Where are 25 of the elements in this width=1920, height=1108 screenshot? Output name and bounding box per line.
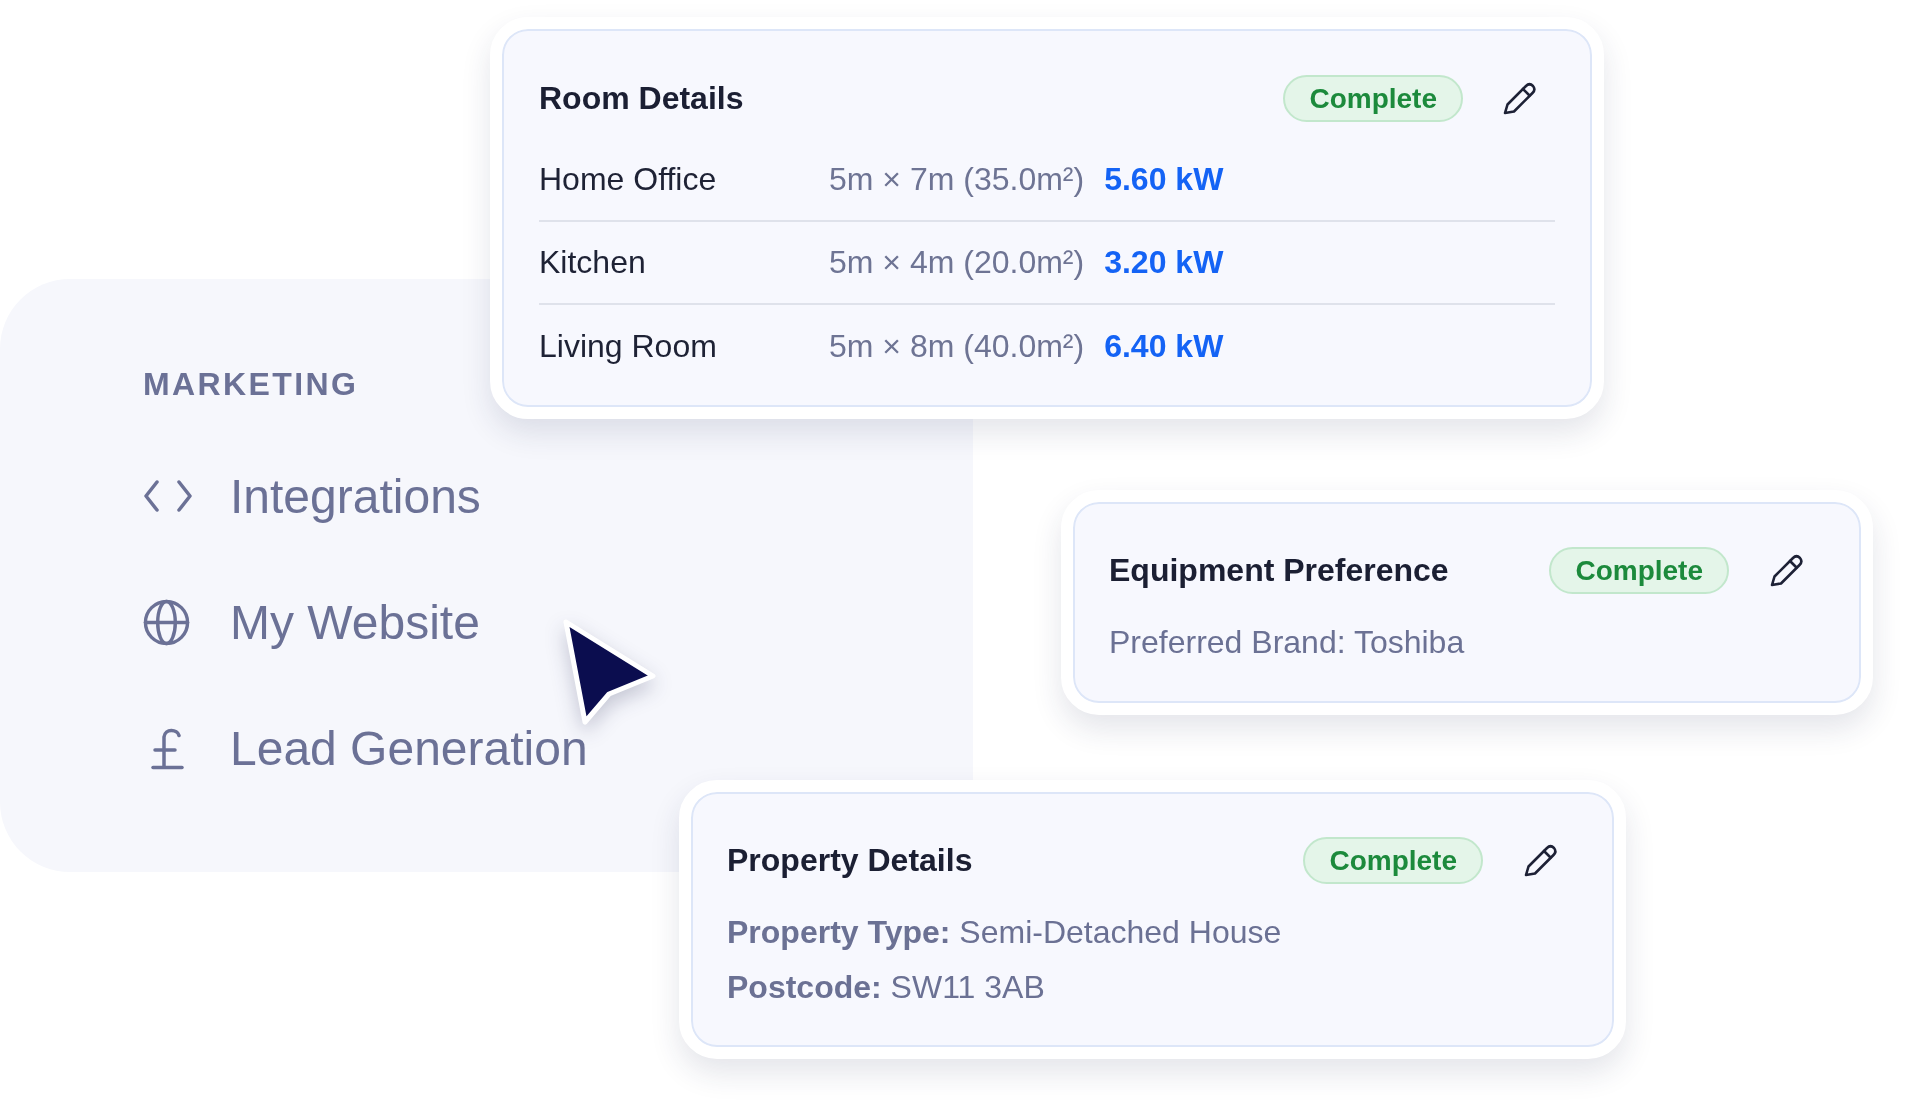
status-badge: Complete bbox=[1303, 837, 1483, 884]
detail-text: Preferred Brand: Toshiba bbox=[1109, 623, 1465, 662]
detail-text: Property Type: Semi-Detached House bbox=[727, 913, 1282, 952]
sidebar-item[interactable]: Integrations bbox=[143, 466, 481, 526]
globe-icon bbox=[143, 598, 190, 646]
room-heat-output: 5.60 kW bbox=[1104, 161, 1224, 198]
card-title: Equipment Preference bbox=[1109, 552, 1449, 589]
status-badge: Complete bbox=[1549, 547, 1729, 594]
section-heading: MARKETING bbox=[143, 368, 359, 400]
code-icon bbox=[143, 479, 193, 513]
detail-text: Postcode: SW11 3AB bbox=[727, 968, 1045, 1007]
card-title: Property Details bbox=[727, 842, 973, 879]
room-dimensions: 5m × 4m (20.0m²) bbox=[829, 244, 1085, 281]
sidebar-item[interactable]: My Website bbox=[143, 592, 480, 652]
sidebar-item[interactable]: Lead Generation bbox=[143, 718, 588, 778]
room-heat-output: 3.20 kW bbox=[1104, 244, 1224, 281]
room-dimensions: 5m × 7m (35.0m²) bbox=[829, 161, 1085, 198]
status-badge: Complete bbox=[1283, 75, 1463, 122]
room-name: Living Room bbox=[539, 328, 718, 365]
room-name: Home Office bbox=[539, 161, 718, 198]
card-title: Room Details bbox=[539, 80, 744, 117]
room-dimensions: 5m × 8m (40.0m²) bbox=[829, 328, 1085, 365]
room-heat-output: 6.40 kW bbox=[1104, 328, 1224, 365]
pound-sign-icon bbox=[149, 726, 185, 770]
room-name: Kitchen bbox=[539, 244, 647, 281]
